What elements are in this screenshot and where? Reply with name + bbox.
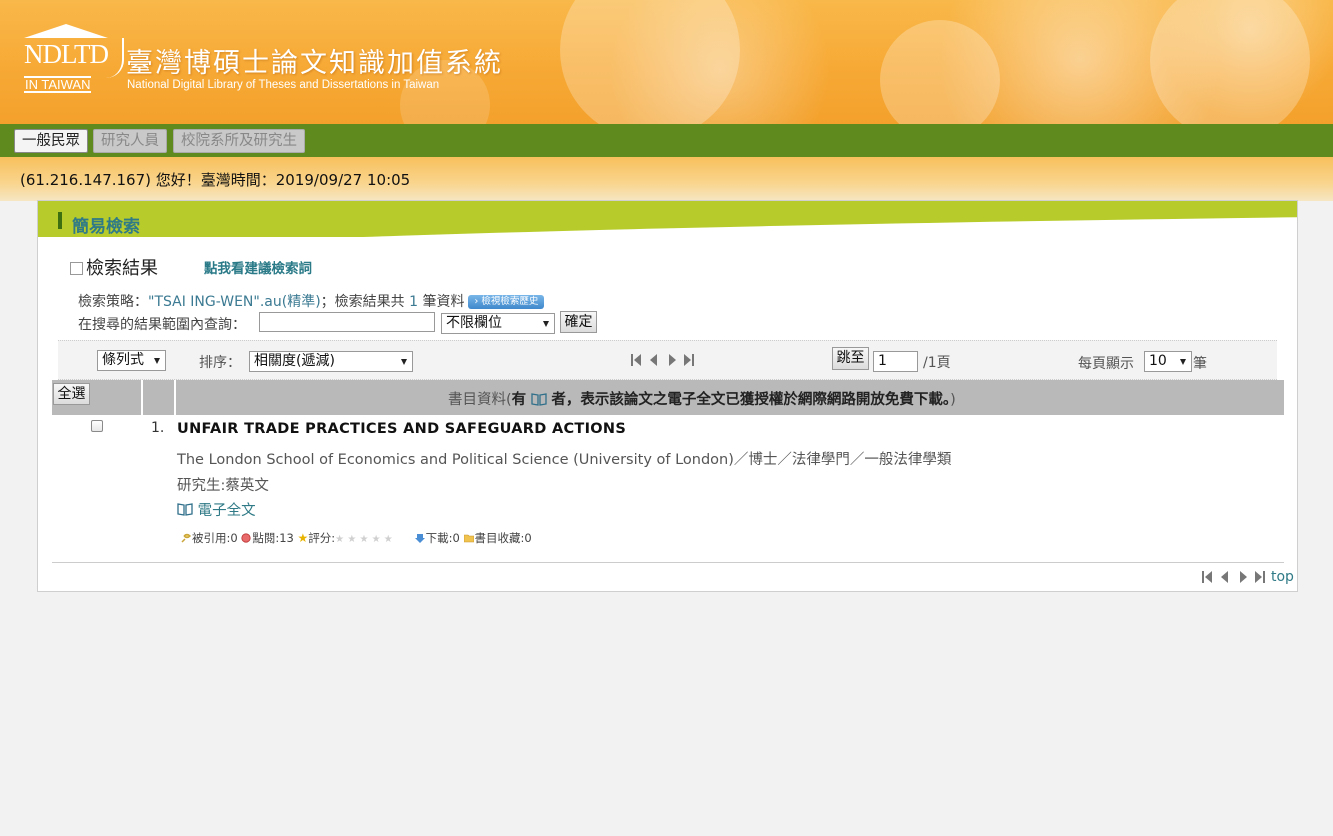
suggested-terms-link[interactable]: 點我看建議檢索詞 — [204, 257, 312, 277]
per-page-suffix: 筆 — [1193, 356, 1207, 372]
result-stats: 被引用:0 點閱:13 ★評分:★ ★ ★ ★ ★ 下載:0 書目收藏:0 — [181, 530, 532, 546]
bibliographic-header: 書目資料(有 者，表示該論文之電子全文已獲授權於網際網路開放免費下載。) — [448, 388, 956, 409]
view-mode-select[interactable]: 條列式 — [97, 350, 166, 371]
folder-icon — [463, 534, 474, 543]
chevron-down-icon — [154, 358, 160, 364]
result-count: 1 — [409, 294, 419, 310]
last-page-icon[interactable] — [1254, 570, 1266, 584]
chevron-down-icon — [1180, 359, 1186, 365]
site-subtitle: National Digital Library of Theses and D… — [127, 79, 440, 91]
sort-label: 排序： — [199, 355, 241, 371]
clicks-count: 13 — [279, 531, 294, 545]
clicks-label: 點閱: — [252, 531, 280, 545]
results-heading-label: 檢索結果 — [86, 258, 158, 279]
site-title: 臺灣博碩士論文知識加值系統 — [126, 48, 503, 79]
view-mode-value: 條列式 — [102, 352, 144, 368]
panel-title: 簡易檢索 — [72, 217, 140, 237]
confirm-button[interactable]: 確定 — [560, 311, 597, 333]
tab-general-public[interactable]: 一般民眾 — [14, 129, 88, 153]
jump-to-page-button[interactable]: 跳至 — [832, 347, 869, 370]
first-page-icon[interactable] — [1201, 570, 1213, 584]
refine-field-value: 不限欄位 — [446, 315, 502, 331]
refine-label: 在搜尋的結果範圍內查詢： — [78, 317, 246, 333]
banner-decoration — [560, 0, 740, 124]
fulltext-label: 電子全文 — [197, 503, 256, 519]
clicks-icon — [241, 533, 251, 543]
first-page-icon[interactable] — [630, 353, 642, 367]
page-total: /1頁 — [923, 355, 951, 371]
result-count-suffix: 筆資料 — [422, 294, 465, 310]
star-icon: ★ — [297, 531, 309, 545]
panel-header-wave — [38, 215, 1297, 237]
search-history-button[interactable]: › 檢視檢索歷史 — [468, 295, 545, 309]
refine-search-input[interactable] — [259, 312, 435, 332]
header-suffix: ) — [950, 392, 956, 408]
downloads-count: 0 — [452, 531, 460, 545]
back-to-top-link[interactable]: top — [1271, 569, 1294, 585]
previous-page-icon[interactable] — [1219, 570, 1231, 584]
open-book-icon — [177, 502, 193, 516]
banner-decoration — [880, 20, 1000, 124]
previous-page-icon[interactable] — [648, 353, 660, 367]
per-page-label: 每頁顯示 — [1078, 356, 1134, 372]
sort-value: 相關度(遞減) — [254, 353, 335, 369]
results-table-header: 全選 書目資料(有 者，表示該論文之電子全文已獲授權於網際網路開放免費下載。) — [52, 380, 1284, 415]
header-divider — [174, 380, 176, 415]
search-strategy-line: 檢索策略："TSAI ING-WEN".au(精準)；檢索結果共 1 筆資料 › … — [78, 291, 545, 311]
per-page-select[interactable]: 10 — [1144, 351, 1192, 372]
next-page-icon[interactable] — [1237, 570, 1249, 584]
panel-header-bar-icon — [58, 212, 62, 229]
chevron-down-icon — [543, 321, 549, 327]
logo-roof-icon — [24, 24, 108, 38]
logo-subtext: IN TAIWAN — [24, 76, 92, 93]
result-select-checkbox[interactable] — [91, 420, 103, 432]
next-page-icon[interactable] — [666, 353, 678, 367]
site-banner: NDLTD IN TAIWAN 臺灣博碩士論文知識加值系統 National D… — [0, 0, 1333, 124]
rating-label: 評分: — [308, 531, 336, 545]
search-history-label: 檢視檢索歷史 — [481, 296, 539, 307]
result-author: 研究生:蔡英文 — [177, 478, 269, 494]
greeting-text: (61.216.147.167) 您好！臺灣時間：2019/09/27 10:0… — [20, 171, 411, 189]
bookmarks-count: 0 — [524, 531, 532, 545]
sort-select[interactable]: 相關度(遞減) — [249, 351, 413, 372]
strategy-query: "TSAI ING-WEN".au(精準) — [148, 294, 321, 310]
citation-icon — [181, 533, 191, 543]
banner-decoration — [1150, 0, 1310, 124]
cited-label: 被引用: — [192, 531, 231, 545]
bookmarks-label: 書目收藏: — [474, 531, 525, 545]
fulltext-link[interactable]: 電子全文 — [177, 499, 256, 520]
select-all-button[interactable]: 全選 — [53, 383, 90, 405]
logo-text: NDLTD — [24, 39, 109, 69]
user-type-nav: 一般民眾 研究人員 校院系所及研究生 — [0, 124, 1333, 157]
chevron-down-icon — [401, 359, 407, 365]
results-heading: 檢索結果 — [70, 254, 158, 280]
header-bold: 有 — [511, 392, 527, 408]
simple-search-panel: 簡易檢索 檢索結果 點我看建議檢索詞 檢索策略："TSAI ING-WEN".a… — [37, 200, 1298, 592]
cited-count: 0 — [230, 531, 238, 545]
result-title-link[interactable]: UNFAIR TRADE PRACTICES AND SAFEGUARD ACT… — [177, 421, 626, 437]
per-page-value: 10 — [1149, 353, 1167, 369]
refine-field-select[interactable]: 不限欄位 — [441, 313, 555, 334]
last-page-icon[interactable] — [683, 353, 695, 367]
result-count-prefix: ；檢索結果共 — [320, 294, 405, 310]
download-icon — [414, 534, 425, 543]
page-number-input[interactable]: 1 — [873, 351, 918, 372]
header-divider — [141, 380, 143, 415]
tab-researchers[interactable]: 研究人員 — [93, 129, 167, 153]
logo-curve — [106, 38, 124, 78]
strategy-label: 檢索策略： — [78, 294, 148, 310]
results-divider — [52, 562, 1284, 563]
header-prefix: 書目資料( — [448, 392, 512, 408]
results-heading-icon — [70, 262, 83, 275]
result-school-info: The London School of Economics and Polit… — [177, 452, 952, 468]
rating-stars: ★ ★ ★ ★ ★ — [335, 534, 393, 545]
results-toolbar: 條列式 排序： 相關度(遞減) 跳至 1 /1頁 每頁顯示 10 筆 — [58, 340, 1277, 380]
open-book-icon — [531, 393, 547, 406]
result-number: 1. — [151, 420, 165, 436]
header-explanation: 者，表示該論文之電子全文已獲授權於網際網路開放免費下載。 — [551, 392, 951, 408]
tab-schools-and-students[interactable]: 校院系所及研究生 — [173, 129, 305, 153]
ndltd-logo[interactable]: NDLTD IN TAIWAN — [24, 24, 124, 94]
downloads-label: 下載: — [425, 531, 453, 545]
panel-header: 簡易檢索 — [38, 201, 1297, 237]
